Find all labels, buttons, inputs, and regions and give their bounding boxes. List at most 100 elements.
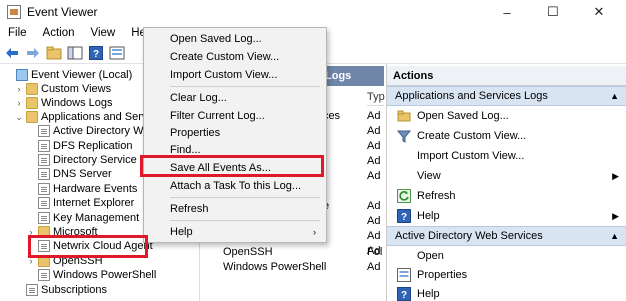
action-label: View	[417, 170, 441, 182]
table-row[interactable]: OpenSSH	[223, 244, 273, 259]
submenu-arrow-icon: ▶	[612, 170, 619, 181]
help-icon[interactable]: ?	[87, 44, 105, 62]
tree-item-dns-server[interactable]: DNS Server	[26, 167, 112, 181]
ctx-open-saved-log[interactable]: Open Saved Log...	[144, 30, 326, 47]
action-open[interactable]: Open	[387, 246, 626, 266]
tree-item-internet-explorer[interactable]: Internet Explorer	[26, 196, 134, 210]
table-row[interactable]: Windows PowerShell	[223, 259, 326, 274]
tree-item-netwrix-cloud-agent[interactable]: Netwrix Cloud Agent	[26, 239, 153, 253]
ctx-clear-log[interactable]: Clear Log...	[144, 89, 326, 106]
tree-item-label: Event Viewer (Local)	[31, 69, 133, 81]
window-title: Event Viewer	[27, 5, 98, 19]
tree-item-label: Windows PowerShell	[53, 269, 157, 281]
menu-separator	[170, 197, 320, 198]
expand-chevron-icon[interactable]: ›	[14, 84, 24, 94]
ctx-attach-task[interactable]: Attach a Task To this Log...	[144, 177, 326, 194]
expand-chevron-icon[interactable]: ›	[14, 98, 24, 108]
collapse-caret-icon[interactable]: ▲	[610, 91, 619, 101]
actions-section-applications[interactable]: Applications and Services Logs ▲	[387, 86, 626, 106]
tree-item-openssh[interactable]: › OpenSSH	[26, 254, 103, 268]
properties-icon[interactable]	[108, 44, 126, 62]
tree-item-label: Netwrix Cloud Agent	[53, 240, 153, 252]
tree-item-label: Custom Views	[41, 83, 112, 95]
folder-icon	[26, 111, 38, 123]
blank-icon	[397, 169, 411, 183]
help-icon: ?	[397, 209, 411, 223]
tree-item-hardware-events[interactable]: Hardware Events	[26, 182, 137, 196]
tree-item-label: Internet Explorer	[53, 197, 135, 209]
action-label: Properties	[417, 269, 468, 281]
tree-item-active-directory-web[interactable]: Active Directory Web	[26, 124, 156, 138]
ctx-refresh[interactable]: Refresh	[144, 200, 326, 217]
expand-chevron-icon[interactable]: ›	[26, 256, 36, 266]
actions-section-active-directory[interactable]: Active Directory Web Services ▲	[387, 226, 626, 246]
minimize-button[interactable]: –	[484, 0, 530, 24]
tree-item-subscriptions[interactable]: Subscriptions	[14, 283, 107, 297]
ctx-help[interactable]: Help ›	[144, 223, 326, 240]
action-label: Open Saved Log...	[417, 110, 509, 122]
blank-icon	[397, 149, 411, 163]
tree-item-label: Directory Service	[53, 154, 137, 166]
computer-icon	[16, 69, 28, 81]
log-icon	[38, 183, 50, 195]
column-type[interactable]: Typ	[367, 88, 385, 106]
maximize-button[interactable]: ☐	[530, 0, 576, 24]
ctx-find[interactable]: Find...	[144, 141, 326, 158]
action-label: Refresh	[417, 190, 456, 202]
close-button[interactable]: ✕	[576, 0, 622, 24]
folder-up-icon[interactable]	[45, 44, 63, 62]
tree-item-label: Active Directory Web	[53, 125, 156, 137]
tree-item-dfs-replication[interactable]: DFS Replication	[26, 139, 132, 153]
show-hide-icon[interactable]	[66, 44, 84, 62]
tree-item-label: Subscriptions	[41, 284, 108, 296]
tree-item-custom-views[interactable]: › Custom Views	[14, 82, 111, 96]
action-create-custom-view[interactable]: Create Custom View...	[387, 126, 626, 146]
menu-action[interactable]: Action	[35, 27, 83, 39]
collapse-chevron-icon[interactable]: ⌄	[14, 112, 24, 123]
tree-item-directory-service[interactable]: Directory Service	[26, 153, 137, 167]
action-view[interactable]: View ▶	[387, 166, 626, 186]
ctx-filter-current-log[interactable]: Filter Current Log...	[144, 107, 326, 124]
back-icon[interactable]	[3, 44, 21, 62]
section-label: Applications and Services Logs	[395, 90, 548, 102]
tree-item-label: Microsoft	[53, 226, 98, 238]
table-cell-type: Ad	[367, 109, 381, 122]
actions-pane: Actions Applications and Services Logs ▲…	[386, 64, 626, 301]
tree-item-microsoft[interactable]: › Microsoft	[26, 225, 98, 239]
title-bar: Event Viewer – ☐ ✕	[0, 0, 626, 24]
action-label: Create Custom View...	[417, 130, 527, 142]
svg-text:?: ?	[401, 290, 407, 301]
tree-item-label: Windows Logs	[41, 97, 113, 109]
expand-chevron-icon[interactable]: ›	[26, 227, 36, 237]
action-properties[interactable]: Properties	[387, 265, 626, 285]
ctx-import-custom-view[interactable]: Import Custom View...	[144, 66, 326, 83]
tree-item-key-management[interactable]: Key Management Ser	[26, 211, 159, 225]
collapse-caret-icon[interactable]: ▲	[610, 231, 619, 241]
log-icon	[38, 197, 50, 209]
menu-view[interactable]: View	[83, 27, 124, 39]
ctx-create-custom-view[interactable]: Create Custom View...	[144, 48, 326, 65]
context-menu: Open Saved Log... Create Custom View... …	[143, 27, 327, 243]
tree-item-label: DFS Replication	[53, 140, 133, 152]
action-refresh[interactable]: Refresh	[387, 186, 626, 206]
tree-item-event-viewer-local[interactable]: Event Viewer (Local)	[4, 68, 132, 82]
forward-icon[interactable]	[24, 44, 42, 62]
action-label: Open	[417, 250, 444, 262]
ctx-properties[interactable]: Properties	[144, 124, 326, 141]
action-help-2[interactable]: ? Help	[387, 284, 626, 301]
action-import-custom-view[interactable]: Import Custom View...	[387, 146, 626, 166]
table-cell-type: Ad	[367, 229, 381, 242]
action-label: Help	[417, 210, 440, 222]
menu-file[interactable]: File	[0, 27, 35, 39]
tree-item-label: Hardware Events	[53, 183, 138, 195]
tree-item-windows-logs[interactable]: › Windows Logs	[14, 96, 113, 110]
menu-separator	[170, 220, 320, 221]
action-help[interactable]: ? Help ▶	[387, 206, 626, 226]
action-open-saved-log[interactable]: Open Saved Log...	[387, 106, 626, 126]
section-label: Active Directory Web Services	[395, 230, 543, 242]
action-label: Import Custom View...	[417, 150, 525, 162]
tree-item-windows-powershell[interactable]: Windows PowerShell	[26, 268, 156, 282]
event-viewer-icon	[7, 5, 21, 19]
refresh-icon	[397, 189, 411, 203]
ctx-save-all-events-as[interactable]: Save All Events As...	[144, 159, 326, 176]
